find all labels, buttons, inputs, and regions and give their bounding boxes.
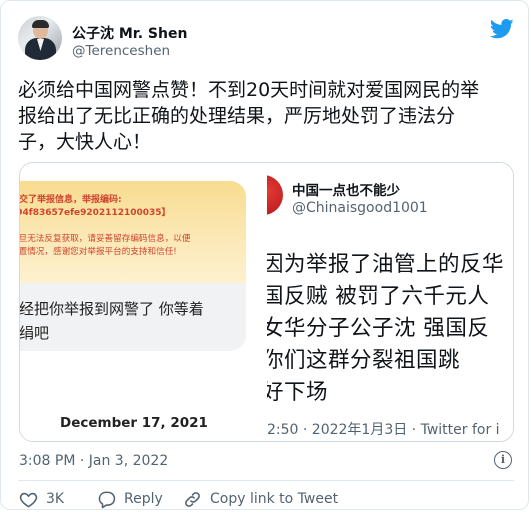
embedded-text-line: 女华分子公子沈 强国反 (267, 316, 490, 341)
chat-line: 绢吧 (19, 324, 50, 342)
reply-label: Reply (124, 491, 163, 507)
author-name[interactable]: 公子沈 Mr. Shen (72, 23, 187, 43)
tweet-timestamp[interactable]: 3:08 PM · Jan 3, 2022 (19, 453, 168, 469)
embedded-text-line: 国反贼 被罚了六千元人 (267, 284, 490, 309)
copy-link-button[interactable]: Copy link to Tweet (183, 487, 338, 511)
tweet-line-3: 子，大快人心！ (18, 131, 152, 153)
reply-icon (98, 491, 116, 508)
chat-line: 经把你举报到网警了 你等着 (19, 300, 204, 318)
tweet-media[interactable]: 提交了举报信息，举报编码: 594f83657efe9202112100035】… (19, 162, 514, 442)
notice-line: 594f83657efe9202112100035】 (19, 208, 171, 218)
tweet-card: 公子沈 Mr. Shen @Terenceshen 必须给中国网警点赞！不到20… (0, 0, 529, 510)
author-handle[interactable]: @Terenceshen (72, 43, 170, 59)
author-avatar[interactable] (18, 16, 62, 60)
notice-line: 一旦无法反复获取，请妥善留存编码信息，以便 (19, 234, 191, 244)
media-image-left[interactable]: 提交了举报信息，举报编码: 594f83657efe9202112100035】… (20, 163, 267, 441)
report-notice: 提交了举报信息，举报编码: 594f83657efe9202112100035】… (19, 181, 246, 283)
media-image-right[interactable]: 中国一点也不能少 @Chinaisgood1001 因为举报了油管上的反华 国反… (267, 163, 513, 441)
image-date: December 17, 2021 (60, 415, 208, 431)
embedded-text-line: 因为举报了油管上的反华 (267, 252, 505, 277)
copy-link-label: Copy link to Tweet (210, 491, 339, 507)
tweet-line-1: 必须给中国网警点赞！不到20天时间就对爱国网民的举 (18, 79, 480, 101)
heart-icon (19, 492, 38, 508)
embedded-name: 中国一点也不能少 (292, 183, 400, 199)
tweet-text: 必须给中国网警点赞！不到20天时间就对爱国网民的举 报给出了无比正确的处理结果，… (18, 77, 518, 155)
like-button[interactable]: 3K (19, 487, 64, 511)
embedded-handle: @Chinaisgood1001 (292, 200, 428, 216)
notice-line: 提交了举报信息，举报编码: (19, 195, 122, 205)
tweet-line-2: 报给出了无比正确的处理结果，严厉地处罚了违法分 (18, 105, 456, 127)
divider (18, 480, 514, 481)
embedded-text-line: 你们这群分裂祖国跳 (267, 348, 461, 373)
twitter-bird-icon[interactable] (490, 19, 514, 39)
like-count: 3K (46, 491, 65, 507)
embedded-avatar (267, 175, 283, 215)
embedded-meta: 2:50 · 2022年1月3日 · Twitter for i (267, 422, 500, 438)
reply-button[interactable]: Reply (97, 487, 163, 511)
info-icon[interactable]: i (494, 451, 512, 469)
link-icon (185, 491, 200, 507)
notice-line: 处置情况，感谢您对举报平台的支持和信任! (19, 247, 177, 257)
chat-screenshot: 提交了举报信息，举报编码: 594f83657efe9202112100035】… (19, 181, 246, 351)
embedded-text-line: 好下场 (267, 380, 329, 405)
